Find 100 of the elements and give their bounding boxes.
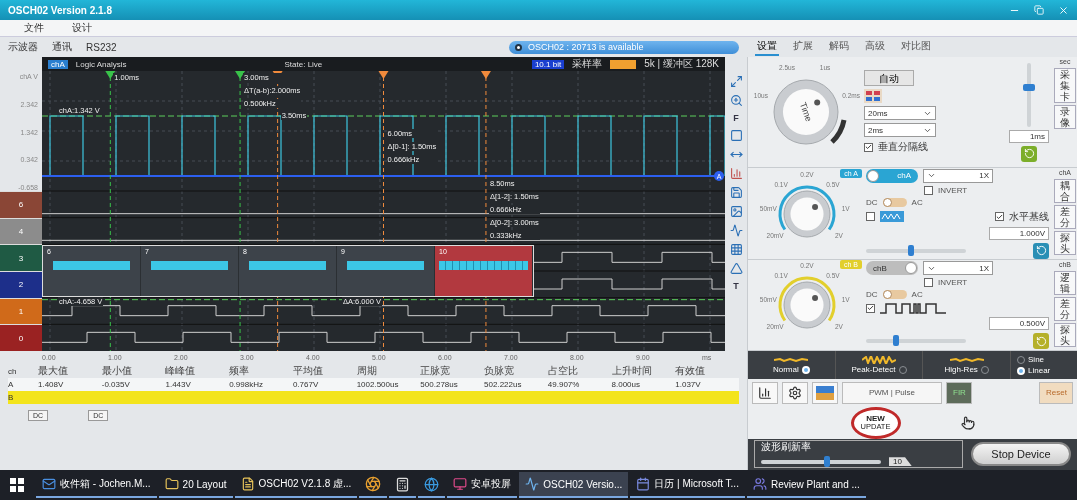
bar-chart-icon[interactable] (729, 167, 743, 180)
refresh-rate-label: 波形刷新率 (761, 442, 812, 453)
globe-icon[interactable] (424, 476, 440, 492)
restore-icon[interactable] (1034, 5, 1044, 15)
channel-lane-label[interactable]: 1 (0, 297, 42, 325)
channel-lane-label[interactable]: 6 (0, 191, 42, 218)
side-tab[interactable]: 逻辑 (1054, 270, 1076, 295)
channel-toggle[interactable]: chB (866, 261, 918, 276)
fit-view-icon[interactable] (729, 75, 743, 88)
panel-tab[interactable]: 解码 (827, 38, 851, 56)
dial-knob-drawing[interactable] (773, 79, 839, 145)
triangle-ruler-icon[interactable] (729, 262, 743, 275)
side-tab[interactable]: 录像 (1054, 105, 1076, 129)
side-tab[interactable]: 差分 (1054, 296, 1076, 321)
people-icon[interactable] (752, 477, 767, 491)
table-header: 负脉宽 (484, 364, 516, 378)
logic-checkbox[interactable] (866, 303, 875, 313)
monitor-icon[interactable] (453, 477, 468, 491)
close-icon[interactable] (1058, 4, 1069, 16)
panel-tab[interactable]: 对比图 (899, 38, 933, 56)
waveform-checkbox[interactable] (866, 212, 875, 222)
spectrum-button[interactable] (812, 381, 838, 404)
browser-icon[interactable] (365, 476, 382, 492)
image-icon[interactable] (729, 205, 743, 218)
coupling-switch[interactable] (882, 290, 907, 300)
baseline-checkbox[interactable] (995, 212, 1004, 222)
channel-lane-label[interactable]: 0 (0, 324, 42, 352)
mail-icon[interactable] (42, 477, 56, 491)
offset-slider-track[interactable] (866, 248, 966, 253)
table-header: 上升时间 (611, 364, 653, 378)
reset-icon[interactable] (1021, 145, 1037, 162)
taskbar-item[interactable]: 收件箱 - Jochen.M... (36, 472, 157, 498)
taskbar-item[interactable]: 安卓投屏 (447, 472, 518, 498)
tool-letter[interactable]: F (733, 113, 739, 123)
auto-button[interactable]: 自动 (864, 70, 914, 87)
taskbar-item[interactable]: Review Plant and ... (746, 472, 866, 498)
side-tab[interactable]: 采集卡 (1054, 68, 1076, 103)
invert-checkbox[interactable] (924, 278, 933, 288)
channel-lane-label[interactable]: 2 (0, 271, 42, 298)
fir-button[interactable]: FIR (946, 381, 972, 404)
tool-letter[interactable]: T (733, 281, 739, 291)
document-icon[interactable] (240, 477, 255, 491)
stop-device-button[interactable]: Stop Device (971, 442, 1071, 467)
time-field[interactable]: 1ms (1009, 129, 1049, 143)
save-icon[interactable] (729, 186, 743, 199)
waveform-icon[interactable] (525, 477, 540, 491)
slider-thumb[interactable] (1023, 84, 1035, 92)
reset-icon[interactable] (1033, 242, 1049, 259)
frame-icon[interactable] (729, 129, 743, 142)
offset-field[interactable]: 1.000V (989, 226, 1049, 240)
menu-item[interactable]: 设计 (72, 21, 92, 35)
probe-select[interactable]: 1X (923, 261, 993, 276)
table-cell-text: 49.907% (547, 380, 581, 389)
panel-tab[interactable]: 高级 (863, 38, 887, 56)
taskbar-item[interactable]: 日历 | Microsoft T... (630, 472, 745, 498)
color-grid-icon[interactable] (864, 89, 882, 104)
table-cell-text: 1.408V (38, 380, 65, 389)
channel-lane-label[interactable]: 3 (0, 244, 42, 271)
waveform-style-icon (880, 211, 904, 223)
slider-thumb[interactable] (824, 455, 830, 467)
settings-button[interactable] (782, 381, 808, 404)
calculator-icon[interactable] (395, 476, 411, 492)
pwm-pulse-button[interactable]: PWM | Pulse (842, 381, 942, 404)
toolbar-item[interactable]: 示波器 (8, 40, 38, 54)
side-tab[interactable]: 探头 (1054, 322, 1076, 347)
side-tab[interactable]: 探头 (1054, 231, 1076, 256)
coupling-switch[interactable] (882, 197, 907, 207)
settings-icon (788, 385, 802, 400)
probe-select[interactable]: 1X (923, 168, 993, 183)
side-tab[interactable]: 差分 (1054, 205, 1076, 230)
timebase-select[interactable]: 20ms (864, 106, 936, 121)
zoom-in-icon[interactable] (729, 94, 743, 107)
toolbar-item[interactable]: RS232 (86, 41, 117, 53)
split-line-checkbox[interactable] (864, 142, 873, 152)
table-header: 占空比 (547, 364, 579, 378)
offset-field[interactable]: 0.500V (989, 317, 1049, 331)
time-division-select[interactable]: 2ms (864, 123, 936, 138)
windows-start-icon[interactable] (10, 478, 24, 492)
dial-knob-drawing[interactable] (783, 190, 831, 238)
taskbar-item[interactable]: 20 Layout (158, 472, 233, 498)
coupling-label: AC (911, 290, 923, 300)
refresh-slider-track[interactable] (761, 459, 881, 464)
invert-checkbox[interactable] (924, 185, 933, 195)
toolbar-item[interactable]: 通讯 (52, 40, 72, 54)
menu-item[interactable]: 文件 (24, 21, 44, 35)
slider-thumb[interactable] (893, 335, 899, 347)
taskbar-item[interactable]: OSCH02 Versio... (519, 472, 629, 498)
waveform-icon[interactable] (729, 224, 743, 237)
side-tab[interactable]: 耦合 (1054, 179, 1076, 204)
calendar-icon[interactable] (636, 477, 651, 491)
waveform-icon (862, 356, 896, 365)
taskbar-item[interactable]: OSCH02 V2.1.8 虚... (234, 472, 358, 498)
panel-tab[interactable]: 扩展 (791, 38, 815, 56)
histogram-button[interactable] (752, 381, 778, 404)
grid-icon[interactable] (729, 243, 743, 256)
channel-tag: chA (48, 59, 68, 69)
table-header: 平均值 (292, 364, 324, 378)
slider-thumb[interactable] (908, 244, 914, 256)
table-header: 最大值 (38, 364, 69, 378)
folder-icon[interactable] (164, 477, 179, 491)
